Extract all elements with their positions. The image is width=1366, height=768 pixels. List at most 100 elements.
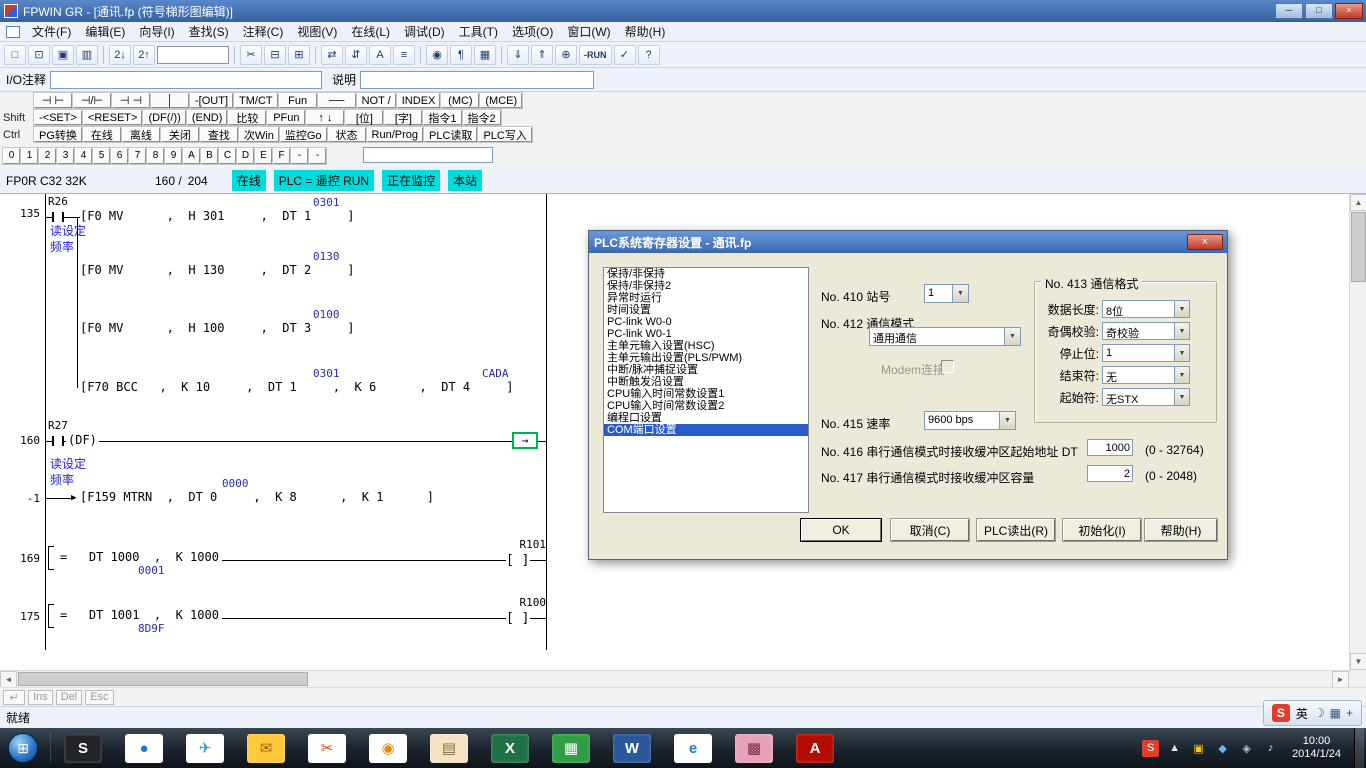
fkey-button[interactable]: NOT /	[357, 93, 396, 108]
photo-viewer-icon[interactable]: ▩	[735, 734, 773, 763]
instruction-f70bcc[interactable]: [F70 BCC , K 10 , DT 1 , K 6 , DT 4 ]	[80, 380, 513, 394]
format-field-select[interactable]: 无STX ▼	[1102, 388, 1190, 406]
foxmail-icon[interactable]: ✉	[247, 734, 285, 763]
fkey-shift-button[interactable]: 指令1	[423, 110, 461, 125]
maximize-button[interactable]: □	[1305, 3, 1333, 19]
instruction-f0mv-1[interactable]: [F0 MV , H 301 , DT 1 ]	[80, 209, 355, 223]
minimize-button[interactable]: ─	[1275, 3, 1303, 19]
fkey-shift-button[interactable]: (END)	[187, 110, 228, 125]
screenshot-tool-icon[interactable]: ✂	[308, 734, 346, 763]
num-key[interactable]: B	[201, 148, 218, 164]
fkey-shift-button[interactable]: 指令2	[463, 110, 501, 125]
sogou-browser-icon[interactable]: S	[64, 734, 102, 763]
chevron-down-icon[interactable]: ▼	[1174, 367, 1189, 383]
chevron-down-icon[interactable]: ▼	[1174, 301, 1189, 317]
baud-rate-select[interactable]: 9600 bps ▼	[924, 411, 1016, 430]
save-icon[interactable]: ▣	[52, 45, 74, 65]
instruction-f159mtrn[interactable]: [F159 MTRN , DT 0 , K 8 , K 1 ]	[80, 490, 434, 504]
title-bar[interactable]: FPWIN GR - [通讯.fp (符号梯形图编辑)] ─ □ ×	[0, 0, 1366, 22]
ime-shape-icon[interactable]: ☽	[1314, 706, 1325, 720]
rx-buffer-start-input[interactable]	[1087, 439, 1133, 456]
tray-volume-icon[interactable]: ♪	[1262, 740, 1279, 757]
plc-write-icon[interactable]: ⇑	[531, 45, 553, 65]
print-icon[interactable]: ▥	[76, 45, 98, 65]
register-category-list[interactable]: 保持/非保持保持/非保持2异常时运行时间设置PC-link W0-0PC-lin…	[603, 267, 809, 513]
menu-window[interactable]: 窗口(W)	[560, 21, 617, 42]
scroll-down-button[interactable]: ▼	[1350, 653, 1366, 670]
list-item[interactable]: 保持/非保持2	[604, 280, 808, 292]
num-key[interactable]: 6	[111, 148, 128, 164]
instruction-f0mv-3[interactable]: [F0 MV , H 100 , DT 3 ]	[80, 321, 355, 335]
menu-options[interactable]: 选项(O)	[505, 21, 560, 42]
grid-app-icon[interactable]: ▦	[552, 734, 590, 763]
station-icon[interactable]: ⊕	[555, 45, 577, 65]
menu-view[interactable]: 视图(V)	[290, 21, 344, 42]
format-field-select[interactable]: 1 ▼	[1102, 344, 1190, 362]
copy-icon[interactable]: ⊟	[264, 45, 286, 65]
comm-mode-select[interactable]: 通用通信 ▼	[869, 327, 1021, 346]
output-coil[interactable]: [ ]	[506, 611, 529, 626]
start-button[interactable]: ⊞	[8, 733, 38, 763]
fkey-shift-button[interactable]: ↑ ↓	[306, 110, 344, 125]
list-item[interactable]: 编程口设置	[604, 412, 808, 424]
fkey-button[interactable]: (MC)	[441, 93, 479, 108]
comment-display-box[interactable]	[157, 46, 229, 64]
bird-app-icon[interactable]: ✈	[186, 734, 224, 763]
num-key[interactable]: -	[309, 148, 326, 164]
menu-file[interactable]: 文件(F)	[25, 21, 78, 42]
find-icon[interactable]: ◉	[426, 45, 448, 65]
menu-search[interactable]: 查找(S)	[182, 21, 236, 42]
edit-cursor-selection[interactable]: →	[512, 432, 538, 449]
compare-instruction[interactable]: = DT 1000 , K 1000	[60, 550, 219, 564]
fkey-shift-button[interactable]: <RESET>	[83, 110, 143, 125]
ime-toolbox-icon[interactable]: +	[1346, 706, 1353, 720]
df-instruction[interactable]: (DF)	[66, 433, 99, 447]
doc-app-icon[interactable]: W	[613, 734, 651, 763]
show-desktop-button[interactable]	[1354, 728, 1364, 768]
fkey-ctrl-button[interactable]: 在线	[83, 127, 121, 142]
num-key[interactable]: 2	[39, 148, 56, 164]
fkey-shift-button[interactable]: -<SET>	[34, 110, 82, 125]
monitor-icon[interactable]: ▦	[474, 45, 496, 65]
fkey-ctrl-button[interactable]: 离线	[122, 127, 160, 142]
num-key[interactable]: D	[237, 148, 254, 164]
list-item[interactable]: COM端口设置	[604, 424, 808, 436]
cut-icon[interactable]: ✂	[240, 45, 262, 65]
num-key[interactable]: 8	[147, 148, 164, 164]
chevron-down-icon[interactable]: ▼	[1174, 389, 1189, 405]
list-item[interactable]: 异常时运行	[604, 292, 808, 304]
vertical-scroll-thumb[interactable]	[1351, 212, 1366, 282]
scroll-right-button[interactable]: ►	[1332, 671, 1349, 688]
compare-instruction[interactable]: = DT 1001 , K 1000	[60, 608, 219, 622]
dialog-title-bar[interactable]: PLC系统寄存器设置 - 通讯.fp	[589, 231, 1227, 253]
description-input[interactable]	[360, 71, 594, 89]
rx-buffer-size-input[interactable]	[1087, 465, 1133, 482]
list-item[interactable]: PC-link W0-1	[604, 328, 808, 340]
output-coil[interactable]: [ ]	[506, 553, 529, 568]
help-icon[interactable]: ?	[638, 45, 660, 65]
excel-icon[interactable]: X	[491, 734, 529, 763]
fkey-shift-button[interactable]: [字]	[384, 110, 422, 125]
horizontal-scroll-thumb[interactable]	[18, 672, 308, 686]
remote-run-icon[interactable]: -RUN	[579, 45, 612, 65]
search-tool-icon[interactable]: ◉	[369, 734, 407, 763]
fkey-button[interactable]: -[OUT]	[190, 93, 233, 108]
dialog-close-button[interactable]: ×	[1187, 234, 1223, 250]
adobe-reader-icon[interactable]: A	[796, 734, 834, 763]
list-item[interactable]: 主单元输出设置(PLS/PWM)	[604, 352, 808, 364]
font-icon[interactable]: A	[369, 45, 391, 65]
fkey-ctrl-button[interactable]: 关闭	[161, 127, 199, 142]
chevron-down-icon[interactable]: ▼	[999, 412, 1015, 429]
program-check-icon[interactable]: ✓	[614, 45, 636, 65]
tray-expand-icon[interactable]: ▲	[1166, 740, 1183, 757]
menu-edit[interactable]: 编辑(E)	[78, 21, 132, 42]
fkey-ctrl-button[interactable]: 状态	[328, 127, 366, 142]
fkey-ctrl-button[interactable]: PLC写入	[478, 127, 531, 142]
fkey-button[interactable]: (MCE)	[480, 93, 522, 108]
io-comment-up-icon[interactable]: 2↑	[133, 45, 155, 65]
num-key[interactable]: C	[219, 148, 236, 164]
sogou-logo-icon[interactable]: S	[1272, 704, 1290, 722]
format-field-select[interactable]: 8位 ▼	[1102, 300, 1190, 318]
list-item[interactable]: 保持/非保持	[604, 268, 808, 280]
plc-readout-button[interactable]: PLC读出(R)	[977, 519, 1055, 541]
